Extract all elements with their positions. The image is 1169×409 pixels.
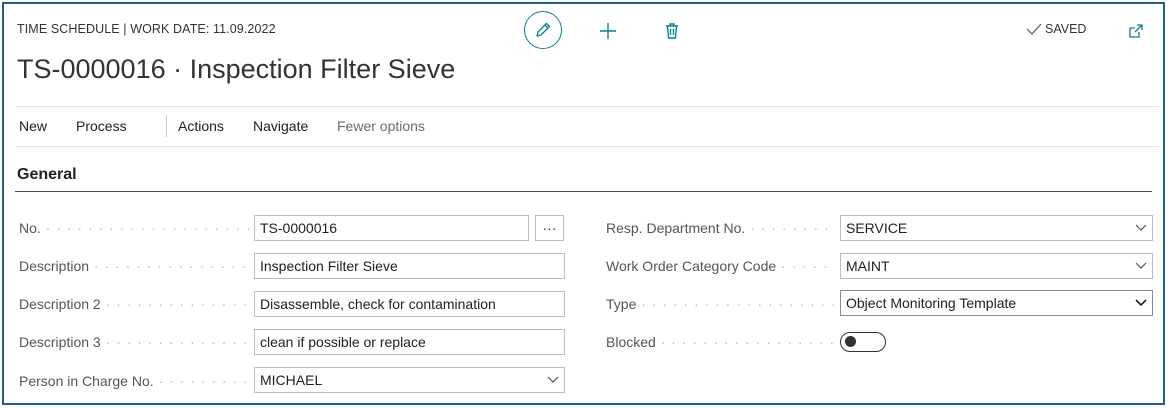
pencil-icon — [536, 22, 551, 37]
description-3-field[interactable]: clean if possible or replace — [254, 329, 565, 355]
chevron-down-icon — [1135, 224, 1147, 231]
description-value: Inspection Filter Sieve — [260, 258, 398, 274]
description-2-field[interactable]: Disassemble, check for contamination — [254, 291, 565, 317]
no-lookup-button[interactable]: ··· — [535, 215, 564, 241]
work-order-category-select[interactable]: MAINT — [840, 253, 1153, 279]
toggle-knob — [845, 336, 856, 347]
delete-button[interactable] — [662, 21, 682, 41]
label-description-3: Description 3 — [19, 334, 249, 350]
open-in-new-window-icon — [1129, 24, 1143, 38]
description-2-value: Disassemble, check for contamination — [260, 296, 496, 312]
description-3-value: clean if possible or replace — [260, 334, 426, 350]
section-rule — [15, 191, 1152, 192]
edit-button[interactable] — [524, 11, 562, 49]
no-field[interactable]: TS-0000016 — [254, 215, 529, 241]
section-title-general[interactable]: General — [17, 166, 77, 184]
menu-divider — [166, 115, 167, 137]
menu-process[interactable]: Process — [76, 118, 127, 134]
label-work-order-category: Work Order Category Code — [606, 258, 834, 274]
plus-icon — [600, 23, 616, 39]
new-record-button[interactable] — [598, 21, 618, 41]
checkmark-icon — [1026, 23, 1042, 35]
open-in-new-window-button[interactable] — [1126, 21, 1146, 41]
chevron-down-icon — [547, 376, 559, 383]
page-title: TS-0000016 · Inspection Filter Sieve — [17, 54, 456, 84]
label-blocked: Blocked — [606, 334, 834, 350]
person-in-charge-value: MICHAEL — [260, 372, 323, 388]
page-caption: TIME SCHEDULE | WORK DATE: 11.09.2022 — [17, 22, 276, 36]
label-person-in-charge: Person in Charge No. — [19, 373, 249, 389]
menu-fewer-options[interactable]: Fewer options — [337, 118, 425, 134]
save-status-text: SAVED — [1045, 22, 1087, 36]
action-bar-divider — [15, 146, 1159, 147]
trash-icon — [666, 23, 678, 39]
type-select[interactable]: Object Monitoring Template — [840, 290, 1153, 316]
chevron-down-icon — [1135, 262, 1147, 269]
blocked-toggle[interactable] — [840, 332, 886, 352]
label-resp-department: Resp. Department No. — [606, 220, 834, 236]
no-value: TS-0000016 — [260, 220, 338, 236]
menu-new[interactable]: New — [19, 118, 47, 134]
resp-department-select[interactable]: SERVICE — [840, 215, 1153, 241]
label-description: Description — [19, 258, 249, 274]
header-divider — [15, 106, 1159, 107]
work-order-category-value: MAINT — [846, 258, 890, 274]
menu-actions[interactable]: Actions — [178, 118, 224, 134]
resp-department-value: SERVICE — [846, 220, 908, 236]
label-description-2: Description 2 — [19, 296, 249, 312]
label-no: No. — [19, 220, 249, 236]
description-field[interactable]: Inspection Filter Sieve — [254, 253, 565, 279]
save-status: SAVED — [1026, 22, 1086, 36]
label-type: Type — [606, 296, 834, 312]
person-in-charge-select[interactable]: MICHAEL — [254, 367, 565, 393]
type-value: Object Monitoring Template — [846, 295, 1017, 311]
chevron-down-icon — [1135, 299, 1147, 307]
menu-navigate[interactable]: Navigate — [253, 118, 308, 134]
